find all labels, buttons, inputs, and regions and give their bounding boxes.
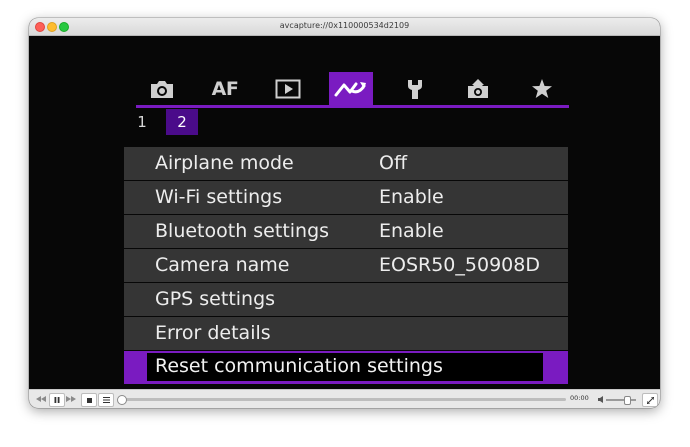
skip-back-icon xyxy=(36,396,46,402)
menu-item-bluetooth-settings[interactable]: Bluetooth settings Enable xyxy=(124,215,568,248)
pause-button[interactable] xyxy=(49,393,65,407)
player-control-bar: 00:00 xyxy=(29,389,660,408)
af-tab-label: AF xyxy=(211,77,239,100)
tab-camera-shooting[interactable] xyxy=(140,72,184,105)
menu-item-wifi-settings[interactable]: Wi-Fi settings Enable xyxy=(124,181,568,214)
menu-item-value: Enable xyxy=(379,220,444,242)
menu-item-value: EOSR50_50908D xyxy=(379,254,540,276)
menu-item-label: Wi-Fi settings xyxy=(155,186,283,208)
menu-item-airplane-mode[interactable]: Airplane mode Off xyxy=(124,147,568,180)
menu-item-label: Bluetooth settings xyxy=(155,220,330,242)
wireless-communication-icon xyxy=(334,81,366,96)
menu-item-label: Error details xyxy=(155,322,271,344)
title-bar: avcapture://0x110000534d2109 xyxy=(29,18,660,36)
menu-item-gps-settings[interactable]: GPS settings xyxy=(124,283,568,316)
playback-icon xyxy=(275,79,301,98)
playlist-button[interactable] xyxy=(98,393,114,407)
window-title: avcapture://0x110000534d2109 xyxy=(279,21,410,30)
star-icon xyxy=(532,78,552,98)
time-display: 00:00 xyxy=(570,394,589,402)
tab-underline xyxy=(136,105,569,108)
menu-item-label: GPS settings xyxy=(155,288,276,310)
menu-item-label: Airplane mode xyxy=(155,152,294,174)
subtab-1[interactable]: 1 xyxy=(126,109,158,135)
menu-item-value: Off xyxy=(379,152,408,174)
subtab-2[interactable]: 2 xyxy=(166,109,198,135)
sub-tab-bar: 1 2 xyxy=(126,109,326,135)
skip-forward-icon xyxy=(66,396,76,402)
progress-track[interactable] xyxy=(119,398,566,401)
menu-item-label: Reset communication settings xyxy=(155,355,443,377)
fullscreen-icon xyxy=(646,396,654,404)
tab-wireless[interactable] xyxy=(329,72,373,105)
wrench-icon xyxy=(408,79,422,99)
volume-track[interactable] xyxy=(606,399,636,401)
volume-icon xyxy=(598,396,603,403)
fullscreen-button[interactable] xyxy=(642,393,658,407)
capture-window: avcapture://0x110000534d2109 AF 1 2 Airp… xyxy=(29,18,660,408)
tab-playback[interactable] xyxy=(266,72,310,105)
menu-item-error-details[interactable]: Error details xyxy=(124,317,568,350)
skip-back-button[interactable] xyxy=(34,393,48,405)
tab-setup[interactable] xyxy=(393,72,437,105)
settings-menu: Airplane mode Off Wi-Fi settings Enable … xyxy=(124,147,568,385)
menu-item-camera-name[interactable]: Camera name EOSR50_50908D xyxy=(124,249,568,282)
playlist-icon xyxy=(102,397,110,403)
camera-icon xyxy=(151,80,173,98)
custom-camera-icon xyxy=(468,78,488,98)
tab-custom-functions[interactable] xyxy=(456,72,500,105)
tab-af[interactable]: AF xyxy=(203,72,247,105)
pause-icon xyxy=(54,397,60,403)
video-capture-area: AF 1 2 Airplane mode Off Wi-Fi settings … xyxy=(29,36,660,401)
stop-button[interactable] xyxy=(81,393,97,407)
menu-item-value: Enable xyxy=(379,186,444,208)
tab-my-menu[interactable] xyxy=(520,72,564,105)
progress-slider-knob[interactable] xyxy=(117,395,127,405)
volume-slider-knob[interactable] xyxy=(624,396,631,405)
stop-icon xyxy=(86,397,92,403)
menu-item-label: Camera name xyxy=(155,254,290,276)
menu-item-reset-communication-settings[interactable]: Reset communication settings xyxy=(124,351,568,384)
menu-tab-bar: AF xyxy=(136,71,569,106)
skip-forward-button[interactable] xyxy=(64,393,78,405)
